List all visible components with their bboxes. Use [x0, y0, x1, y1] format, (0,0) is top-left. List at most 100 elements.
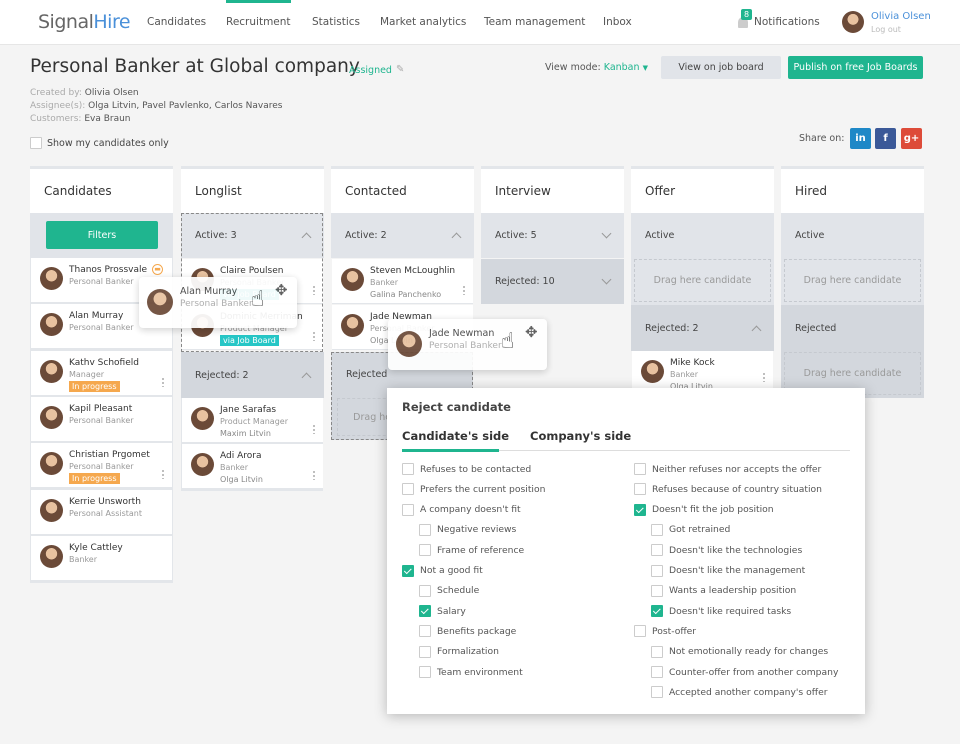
chevron-up-icon[interactable] — [451, 232, 462, 243]
candidate-card[interactable]: Adi Arora Banker Olga Litvin — [182, 444, 323, 489]
column-header-interview: Interview — [481, 166, 624, 213]
candidate-card[interactable]: Jane Sarafas Product Manager Maxim Litvi… — [182, 398, 323, 443]
avatar — [191, 407, 214, 430]
section-active[interactable]: Active: 2 — [331, 213, 474, 258]
column-header-hired: Hired — [781, 166, 924, 213]
customers: Customers: Eva Braun — [30, 114, 131, 124]
logo[interactable]: SignalHire — [38, 11, 131, 33]
column-header-longlist: Longlist — [181, 166, 324, 213]
show-mine-checkbox[interactable]: Show my candidates only — [30, 137, 169, 149]
reason-checkbox[interactable]: Refuses because of country situation — [634, 483, 822, 496]
nav-item[interactable]: Inbox — [603, 16, 632, 28]
avatar — [396, 331, 422, 357]
nav-item[interactable]: Recruitment — [226, 0, 291, 28]
avatar — [40, 544, 63, 568]
avatar — [40, 405, 63, 429]
reason-checkbox[interactable]: Team environment — [419, 666, 523, 678]
dragging-card[interactable]: Alan Murray Personal Banker ☝ ✥ — [139, 277, 297, 328]
nav-item[interactable]: Statistics — [312, 16, 360, 28]
edit-icon[interactable]: ✎ — [396, 64, 404, 75]
avatar — [40, 313, 63, 337]
reason-checkbox[interactable]: Formalization — [419, 645, 499, 658]
section-rejected[interactable]: Rejected — [781, 305, 924, 351]
chevron-down-icon[interactable] — [601, 228, 612, 239]
modal-title: Reject candidate — [402, 400, 511, 414]
reason-checkbox[interactable]: Negative reviews — [419, 523, 516, 536]
grab-hand-icon: ☝ — [501, 329, 515, 354]
reason-checkbox[interactable]: Benefits package — [419, 625, 516, 638]
reason-checkbox[interactable]: Doesn't like the management — [651, 564, 805, 577]
reason-checkbox[interactable]: Not a good fit — [402, 564, 483, 577]
candidate-card[interactable]: Kapil Pleasant Personal Banker — [31, 396, 172, 442]
reason-checkbox[interactable]: Got retrained — [651, 523, 730, 536]
publish-button[interactable]: Publish on free Job Boards — [788, 56, 923, 79]
tab-companys-side[interactable]: Company's side — [530, 429, 631, 443]
notification-badge: 8 — [741, 9, 753, 20]
reason-checkbox[interactable]: Doesn't like required tasks — [651, 605, 791, 618]
drop-zone[interactable]: Drag here candidate — [784, 259, 921, 302]
more-icon[interactable] — [162, 376, 164, 387]
candidate-card[interactable]: Steven McLoughlin Banker Galina Panchenk… — [332, 259, 473, 304]
section-active[interactable]: Active: 5 — [481, 213, 624, 258]
view-mode-select[interactable]: View mode: Kanban ▼ — [545, 62, 648, 73]
google-plus-icon[interactable]: g+ — [901, 128, 922, 149]
avatar — [341, 314, 364, 337]
view-on-job-board-button[interactable]: View on job board — [661, 56, 781, 79]
section-rejected[interactable]: Rejected: 2 — [631, 305, 774, 351]
candidate-card[interactable]: Christian Prgomet Personal Banker In pro… — [31, 443, 172, 489]
section-rejected[interactable]: Rejected: 10 — [481, 259, 624, 304]
assignees: Assignee(s): Olga Litvin, Pavel Pavlenko… — [30, 101, 283, 111]
active-tab-indicator — [402, 449, 499, 452]
move-icon: ✥ — [525, 323, 538, 341]
user-name[interactable]: Olivia Olsen — [871, 11, 931, 22]
logout-link[interactable]: Log out — [871, 25, 901, 34]
chevron-up-icon[interactable] — [301, 372, 312, 382]
candidate-card[interactable]: Kyle Cattley Banker — [31, 535, 172, 581]
reason-checkbox[interactable]: Refuses to be contacted — [402, 463, 531, 475]
reason-checkbox[interactable]: Post-offer — [634, 625, 696, 638]
dragging-card[interactable]: Jade Newman Personal Banker ☝ ✥ — [388, 319, 547, 370]
tab-candidates-side[interactable]: Candidate's side — [402, 429, 509, 443]
reason-checkbox[interactable]: Not emotionally ready for changes — [651, 645, 828, 658]
linkedin-icon[interactable]: in — [850, 128, 871, 149]
chevron-down-icon[interactable] — [601, 274, 612, 285]
reason-checkbox[interactable]: Wants a leadership position — [651, 584, 796, 597]
reason-checkbox[interactable]: Accepted another company's offer — [651, 686, 828, 699]
reason-checkbox[interactable]: Doesn't like the technologies — [651, 544, 802, 557]
reject-candidate-modal: Reject candidate Candidate's side Compan… — [387, 388, 865, 714]
reason-checkbox[interactable]: Doesn't fit the job position — [634, 503, 774, 516]
more-icon[interactable] — [763, 372, 765, 382]
chevron-up-icon[interactable] — [751, 325, 762, 335]
section-rejected[interactable]: Rejected: 2 — [181, 352, 324, 398]
filters-button[interactable]: Filters — [46, 221, 158, 249]
section-active[interactable]: Active — [781, 213, 924, 258]
reason-checkbox[interactable]: A company doesn't fit — [402, 503, 521, 516]
notifications-link[interactable]: Notifications — [754, 16, 820, 28]
nav-item[interactable]: Market analytics — [380, 16, 466, 28]
more-icon[interactable] — [162, 469, 164, 480]
avatar — [341, 268, 364, 291]
avatar — [641, 360, 664, 383]
status-badge: Assigned — [349, 65, 392, 76]
more-icon[interactable] — [463, 285, 465, 295]
facebook-icon[interactable]: f — [875, 128, 896, 149]
reason-checkbox[interactable]: Neither refuses nor accepts the offer — [634, 463, 821, 475]
nav-item[interactable]: Candidates — [147, 16, 206, 28]
candidate-card[interactable]: Mike Kock Banker Olga Litvin — [632, 351, 773, 391]
reason-checkbox[interactable]: Schedule — [419, 584, 479, 597]
reason-checkbox[interactable]: Frame of reference — [419, 544, 524, 557]
drop-zone[interactable]: Drag here candidate — [634, 259, 771, 302]
nav-item[interactable]: Team management — [484, 16, 585, 28]
share-label: Share on: — [799, 133, 845, 144]
column-header-contacted: Contacted — [331, 166, 474, 213]
more-icon[interactable] — [313, 424, 315, 434]
more-icon[interactable] — [313, 470, 315, 480]
section-active[interactable]: Active — [631, 213, 774, 258]
avatar — [40, 359, 63, 383]
reason-checkbox[interactable]: Counter-offer from another company — [651, 666, 838, 678]
avatar[interactable] — [842, 11, 864, 33]
candidate-card[interactable]: Kerrie Unsworth Personal Assistant — [31, 489, 172, 535]
candidate-card[interactable]: Kathv Schofield Manager In progress — [31, 350, 172, 396]
reason-checkbox[interactable]: Prefers the current position — [402, 483, 545, 496]
reason-checkbox[interactable]: Salary — [419, 605, 466, 618]
